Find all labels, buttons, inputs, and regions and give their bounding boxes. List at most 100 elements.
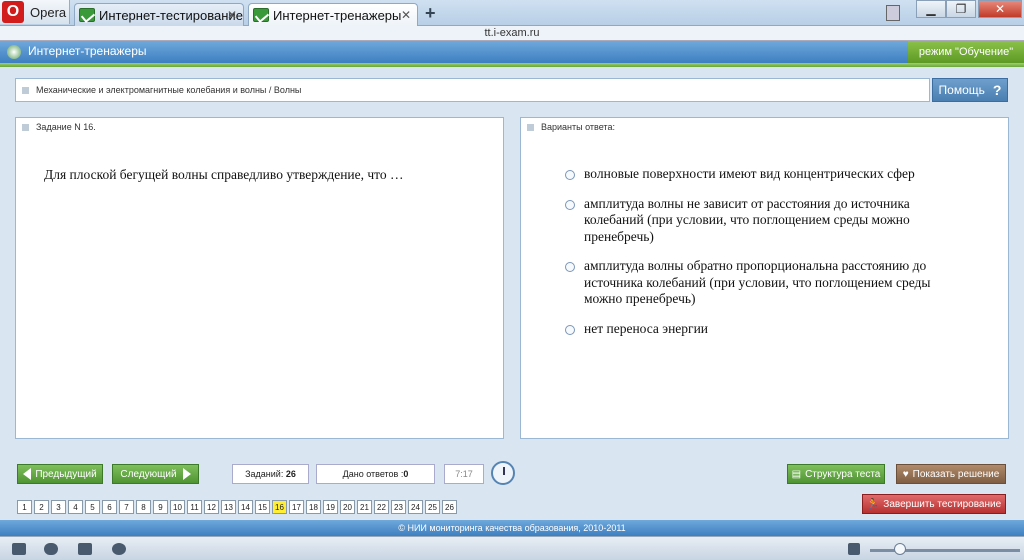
answer-option[interactable]: амплитуда волны обратно пропорциональна … <box>565 258 945 308</box>
answer-option[interactable]: амплитуда волны не зависит от расстояния… <box>565 196 945 246</box>
answers-heading: Варианты ответа: <box>541 122 615 132</box>
answers-panel-header: Варианты ответа: <box>521 118 1008 136</box>
page-button[interactable]: 23 <box>391 500 406 514</box>
page-button[interactable]: 13 <box>221 500 236 514</box>
show-solution-label: Показать решение <box>912 468 1000 480</box>
page-button[interactable]: 10 <box>170 500 185 514</box>
zoom-slider[interactable] <box>870 549 1020 552</box>
heart-icon: ♥ <box>902 468 909 480</box>
cloud-icon[interactable] <box>44 543 58 555</box>
finish-test-button[interactable]: 🏃 Завершить тестирование <box>862 494 1006 514</box>
tasks-count-value: 26 <box>285 469 296 479</box>
page-button[interactable]: 24 <box>408 500 423 514</box>
bullet-icon <box>527 123 534 131</box>
page-button[interactable]: 5 <box>85 500 100 514</box>
clock-icon <box>491 461 515 485</box>
page-button[interactable]: 7 <box>119 500 134 514</box>
page-button[interactable]: 26 <box>442 500 457 514</box>
runner-icon: 🏃 <box>866 498 880 510</box>
page-button[interactable]: 6 <box>102 500 117 514</box>
page-button[interactable]: 22 <box>374 500 389 514</box>
maximize-icon[interactable]: ❐ <box>946 0 976 18</box>
arrow-left-icon <box>23 468 32 480</box>
share-icon[interactable] <box>78 543 92 555</box>
page-button[interactable]: 1 <box>17 500 32 514</box>
answered-count-label: Дано ответов : <box>342 469 404 479</box>
answer-option[interactable]: волновые поверхности имеют вид концентри… <box>565 166 945 183</box>
bullet-icon <box>22 123 29 131</box>
bullet-icon <box>22 86 29 94</box>
answer-option[interactable]: нет переноса энергии <box>565 321 945 338</box>
page-button[interactable]: 3 <box>51 500 66 514</box>
page-button[interactable]: 18 <box>306 500 321 514</box>
page-button[interactable]: 21 <box>357 500 372 514</box>
test-structure-label: Структура теста <box>805 468 881 480</box>
answers-panel: Варианты ответа: волновые поверхности им… <box>520 117 1009 439</box>
page-button[interactable]: 20 <box>340 500 355 514</box>
tab-close-icon[interactable]: ✕ <box>401 8 411 22</box>
tab-favicon-icon <box>79 8 95 22</box>
radio-button[interactable] <box>565 199 575 210</box>
opera-menu-button[interactable]: O Opera <box>0 0 70 24</box>
page-button[interactable]: 9 <box>153 500 168 514</box>
arrow-right-icon <box>182 468 191 480</box>
tab-internet-testing[interactable]: Интернет-тестирование ✕ <box>74 3 244 26</box>
answer-options: волновые поверхности имеют вид концентри… <box>565 166 945 350</box>
show-solution-button[interactable]: ♥ Показать решение <box>896 464 1006 484</box>
previous-button[interactable]: Предыдущий <box>17 464 103 484</box>
help-label: Помощь <box>938 83 985 97</box>
app-header: Интернет-тренажеры режим "Обучение" <box>0 41 1024 63</box>
list-icon: ▤ <box>791 468 802 480</box>
answer-option-text: нет переноса энергии <box>584 320 709 336</box>
page-button[interactable]: 25 <box>425 500 440 514</box>
answer-option-text: амплитуда волны не зависит от расстояния… <box>584 195 910 244</box>
browser-status-bar <box>0 536 1024 560</box>
panel-toggle-icon[interactable] <box>12 543 26 555</box>
finish-test-label: Завершить тестирование <box>883 498 1002 510</box>
next-button[interactable]: Следующий <box>112 464 199 484</box>
breadcrumb: Механические и электромагнитные колебани… <box>15 78 930 102</box>
tasks-count-label: Заданий: <box>245 469 284 479</box>
opera-logo-icon: O <box>2 1 24 23</box>
tasks-count: Заданий: 26 <box>232 464 309 484</box>
close-window-icon[interactable]: ✕ <box>978 0 1022 18</box>
page-button[interactable]: 15 <box>255 500 270 514</box>
page-button[interactable]: 14 <box>238 500 253 514</box>
question-panel: Задание N 16. Для плоской бегущей волны … <box>15 117 504 439</box>
radio-button[interactable] <box>565 262 575 272</box>
tab-label: Интернет-тренажеры <box>273 7 402 23</box>
test-structure-button[interactable]: ▤ Структура теста <box>787 464 885 484</box>
page-button[interactable]: 12 <box>204 500 219 514</box>
address-bar[interactable]: tt.i-exam.ru <box>0 26 1024 41</box>
answered-count-value: 0 <box>403 469 409 479</box>
page-button[interactable]: 4 <box>68 500 83 514</box>
page-button[interactable]: 2 <box>34 500 49 514</box>
view-icon[interactable] <box>848 543 860 555</box>
radio-button[interactable] <box>565 324 575 335</box>
footer-copyright: © НИИ мониторинга качества образования, … <box>0 520 1024 536</box>
trash-icon[interactable] <box>886 5 900 21</box>
tab-favicon-icon <box>253 8 269 22</box>
app-logo-icon <box>7 45 21 59</box>
browser-tab-bar: O Opera Интернет-тестирование ✕ Интернет… <box>0 0 1024 26</box>
next-label: Следующий <box>120 468 177 480</box>
help-question-icon: ? <box>992 82 1002 98</box>
page-navigation: 1 2 3 4 5 6 7 8 9 10 11 12 13 14 15 16 1… <box>17 500 459 514</box>
minimize-icon[interactable]: ▁ <box>916 0 946 18</box>
zoom-slider-handle[interactable] <box>894 543 906 555</box>
speed-dial-icon[interactable] <box>112 543 126 555</box>
page-button[interactable]: 8 <box>136 500 151 514</box>
tab-label: Интернет-тестирование <box>99 7 243 23</box>
tab-close-icon[interactable]: ✕ <box>227 8 237 22</box>
timer: 7:17 <box>444 464 484 484</box>
app-title: Интернет-тренажеры <box>28 44 147 58</box>
tab-internet-trainers[interactable]: Интернет-тренажеры ✕ <box>248 3 418 26</box>
radio-button[interactable] <box>565 170 575 180</box>
page-button[interactable]: 17 <box>289 500 304 514</box>
new-tab-icon[interactable]: + <box>425 3 436 24</box>
page-button[interactable]: 11 <box>187 500 202 514</box>
page-button-current[interactable]: 16 <box>272 500 287 514</box>
page-button[interactable]: 19 <box>323 500 338 514</box>
mode-badge: режим "Обучение" <box>908 41 1024 63</box>
help-button[interactable]: Помощь ? <box>932 78 1008 102</box>
